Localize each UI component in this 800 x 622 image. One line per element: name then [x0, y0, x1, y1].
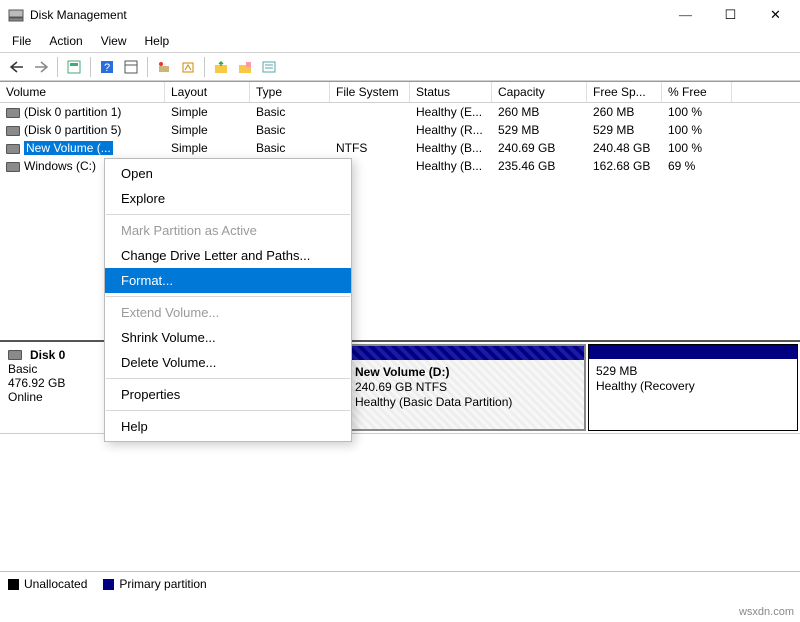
disk-status: Online — [8, 390, 101, 404]
titlebar: Disk Management — ☐ ✕ — [0, 0, 800, 30]
disk-type: Basic — [8, 362, 101, 376]
app-icon — [8, 7, 24, 23]
col-capacity[interactable]: Capacity — [492, 82, 587, 102]
disk-name: Disk 0 — [30, 348, 65, 362]
part-title: New Volume (D:) — [355, 365, 577, 380]
tb-action1-icon[interactable] — [153, 56, 175, 78]
col-pctfree[interactable]: % Free — [662, 82, 732, 102]
help-icon[interactable]: ? — [96, 56, 118, 78]
back-button[interactable] — [6, 56, 28, 78]
ctx-properties[interactable]: Properties — [105, 382, 351, 407]
forward-button[interactable] — [30, 56, 52, 78]
tb-view-icon[interactable] — [120, 56, 142, 78]
window-title: Disk Management — [30, 8, 663, 22]
partition-new-volume[interactable]: New Volume (D:) 240.69 GB NTFS Healthy (… — [346, 344, 586, 431]
disk-size: 476.92 GB — [8, 376, 101, 390]
menu-view[interactable]: View — [93, 32, 135, 50]
volume-row[interactable]: (Disk 0 partition 5)SimpleBasicHealthy (… — [0, 121, 800, 139]
col-filesystem[interactable]: File System — [330, 82, 410, 102]
volume-row[interactable]: (Disk 0 partition 1)SimpleBasicHealthy (… — [0, 103, 800, 121]
partition-recovery[interactable]: 529 MB Healthy (Recovery — [588, 344, 798, 431]
ctx-change-letter[interactable]: Change Drive Letter and Paths... — [105, 243, 351, 268]
disk-icon — [8, 350, 22, 360]
tb-folder2-icon[interactable] — [234, 56, 256, 78]
watermark: wsxdn.com — [739, 602, 794, 622]
ctx-format[interactable]: Format... — [105, 268, 351, 293]
tb-folder1-icon[interactable] — [210, 56, 232, 78]
volume-header: Volume Layout Type File System Status Ca… — [0, 82, 800, 103]
col-volume[interactable]: Volume — [0, 82, 165, 102]
tb-list-icon[interactable] — [258, 56, 280, 78]
menu-action[interactable]: Action — [41, 32, 90, 50]
close-button[interactable]: ✕ — [753, 1, 798, 30]
ctx-help[interactable]: Help — [105, 414, 351, 439]
maximize-button[interactable]: ☐ — [708, 1, 753, 30]
legend-primary: Primary partition — [119, 577, 206, 591]
col-status[interactable]: Status — [410, 82, 492, 102]
tb-action2-icon[interactable] — [177, 56, 199, 78]
volume-row[interactable]: New Volume (...SimpleBasicNTFSHealthy (B… — [0, 139, 800, 157]
context-menu: Open Explore Mark Partition as Active Ch… — [104, 158, 352, 442]
col-layout[interactable]: Layout — [165, 82, 250, 102]
col-free[interactable]: Free Sp... — [587, 82, 662, 102]
ctx-extend: Extend Volume... — [105, 300, 351, 325]
tb-settings-icon[interactable] — [63, 56, 85, 78]
ctx-shrink[interactable]: Shrink Volume... — [105, 325, 351, 350]
minimize-button[interactable]: — — [663, 1, 708, 30]
col-type[interactable]: Type — [250, 82, 330, 102]
legend: Unallocated Primary partition — [0, 571, 800, 596]
disk-info[interactable]: Disk 0 Basic 476.92 GB Online — [0, 342, 110, 433]
legend-unallocated: Unallocated — [24, 577, 87, 591]
menu-help[interactable]: Help — [137, 32, 178, 50]
ctx-open[interactable]: Open — [105, 161, 351, 186]
ctx-explore[interactable]: Explore — [105, 186, 351, 211]
menubar: File Action View Help — [0, 30, 800, 53]
svg-text:?: ? — [104, 62, 110, 74]
ctx-mark-active: Mark Partition as Active — [105, 218, 351, 243]
ctx-delete[interactable]: Delete Volume... — [105, 350, 351, 375]
toolbar: ? — [0, 53, 800, 81]
menu-file[interactable]: File — [4, 32, 39, 50]
